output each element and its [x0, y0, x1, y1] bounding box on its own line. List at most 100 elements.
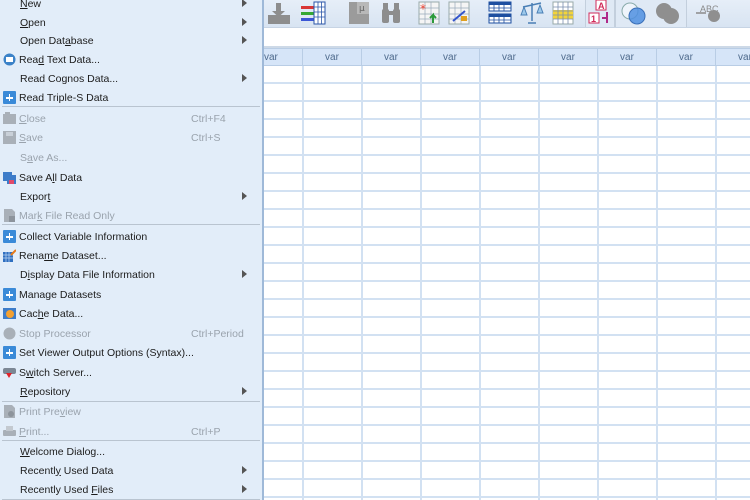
submenu-arrow-icon — [242, 0, 247, 7]
menu-item-shortcut: Ctrl+F4 — [191, 112, 226, 125]
menu-item-label: Welcome Dialog... — [20, 445, 106, 458]
print-preview-icon — [3, 405, 16, 418]
menu-item-recently-used-data[interactable]: Recently Used Data — [0, 461, 262, 480]
menu-item-open-database[interactable]: Open Database — [0, 31, 262, 50]
descriptives-button[interactable]: μ — [343, 0, 375, 26]
save-icon — [3, 131, 16, 144]
menu-item-save[interactable]: Save Ctrl+S — [0, 128, 262, 147]
column-divider — [479, 66, 481, 500]
menu-item-set-viewer-output-options-syntax[interactable]: Set Viewer Output Options (Syntax)... — [0, 343, 262, 362]
menu-item-cache-data[interactable]: Cache Data... — [0, 304, 262, 323]
menu-item-label: Collect Variable Information — [19, 230, 148, 243]
use-variable-sets-button[interactable] — [618, 0, 650, 26]
variables-button[interactable] — [297, 0, 329, 26]
menu-item-recently-used-files[interactable]: Recently Used Files — [0, 480, 262, 499]
menu-item-read-triple-s-data[interactable]: Read Triple-S Data — [0, 88, 262, 107]
descriptives-icon: μ — [349, 2, 369, 24]
show-all-variables-icon — [656, 3, 679, 24]
menu-item-print[interactable]: Print... Ctrl+P — [0, 422, 262, 441]
menu-item-save-as[interactable]: Save As... — [0, 148, 262, 167]
menu-item-label: Rename Dataset... — [19, 249, 107, 262]
menu-item-label: Export — [20, 190, 51, 203]
close-file-icon — [3, 112, 16, 125]
svg-text:A: A — [598, 1, 605, 11]
menu-item-repository[interactable]: Repository — [0, 382, 262, 401]
menu-item-read-cognos-data[interactable]: Read Cognos Data... — [0, 69, 262, 88]
menu-item-new[interactable]: New — [0, 0, 262, 13]
column-divider — [420, 66, 422, 500]
menu-item-manage-datasets[interactable]: Manage Datasets — [0, 285, 262, 304]
menu-item-label: Open — [20, 16, 46, 29]
menu-item-switch-server[interactable]: Switch Server... — [0, 363, 262, 382]
menu-item-export[interactable]: Export — [0, 187, 262, 206]
spell-check-icon: ABC — [696, 4, 720, 22]
chart-builder-button[interactable] — [443, 0, 475, 26]
insert-cases-button[interactable]: * — [413, 0, 445, 26]
split-file-button[interactable] — [484, 0, 516, 26]
submenu-arrow-icon — [242, 387, 247, 395]
svg-text:μ: μ — [359, 4, 365, 14]
menu-item-collect-variable-information[interactable]: Collect Variable Information — [0, 227, 262, 246]
menu-item-read-text-data[interactable]: Read Text Data... — [0, 50, 262, 69]
column-header[interactable]: var — [657, 48, 716, 66]
menu-item-welcome-dialog[interactable]: Welcome Dialog... — [0, 442, 262, 461]
menu-item-save-all-data[interactable]: Save All Data — [0, 168, 262, 187]
menu-item-label: Switch Server... — [19, 366, 92, 379]
column-header[interactable]: var — [539, 48, 598, 66]
switch-server-icon — [3, 366, 16, 379]
column-header[interactable]: var — [303, 48, 362, 66]
menu-item-mark-file-read-only[interactable]: Mark File Read Only — [0, 206, 262, 225]
grid-body[interactable] — [263, 66, 750, 500]
import-data-button[interactable] — [263, 0, 295, 26]
cell-editor[interactable] — [263, 28, 750, 48]
menu-item-print-preview[interactable]: Print Preview — [0, 402, 262, 421]
value-labels-button[interactable]: A1 — [585, 0, 615, 27]
find-button[interactable] — [375, 0, 407, 26]
column-header[interactable]: var — [362, 48, 421, 66]
print-icon — [3, 425, 16, 438]
submenu-arrow-icon — [242, 270, 247, 278]
menu-item-label: Recently Used Files — [20, 483, 114, 496]
select-cases-button[interactable] — [547, 0, 579, 26]
menu-item-label: Read Text Data... — [19, 53, 100, 66]
weight-cases-button[interactable] — [516, 0, 548, 26]
menu-item-rename-dataset[interactable]: Rename Dataset... — [0, 246, 262, 265]
spell-check-button[interactable]: ABC — [693, 0, 725, 26]
menu-item-open[interactable]: Open — [0, 13, 262, 32]
column-header[interactable]: var — [421, 48, 480, 66]
svg-text:1: 1 — [591, 14, 596, 24]
plus-icon — [3, 288, 16, 301]
column-divider — [302, 66, 304, 500]
menu-item-label: Mark File Read Only — [19, 209, 115, 222]
column-header[interactable]: var — [480, 48, 539, 66]
data-grid: varvarvarvarvarvarvarvarvar — [263, 48, 750, 500]
submenu-arrow-icon — [242, 192, 247, 200]
value-labels-icon: A1 — [588, 0, 608, 24]
show-all-variables-button[interactable] — [652, 0, 684, 26]
insert-cases-icon: * — [418, 1, 440, 25]
column-divider — [656, 66, 658, 500]
column-divider — [538, 66, 540, 500]
rename-dataset-icon — [3, 249, 17, 262]
menu-item-label: Print Preview — [19, 405, 81, 418]
read-text-data-icon — [3, 53, 16, 66]
menu-item-close[interactable]: Close Ctrl+F4 — [0, 109, 262, 128]
submenu-arrow-icon — [242, 485, 247, 493]
menu-item-label: Save — [19, 131, 43, 144]
svg-text:*: * — [420, 2, 426, 16]
column-divider — [361, 66, 363, 500]
menu-item-label: Save All Data — [19, 171, 83, 184]
menu-item-shortcut: Ctrl+P — [191, 425, 221, 438]
column-header[interactable]: var — [263, 48, 303, 66]
column-header[interactable]: var — [716, 48, 750, 66]
menu-item-label: Manage Datasets — [19, 288, 102, 301]
variable-sets-group — [615, 0, 687, 27]
chart-builder-icon — [448, 1, 470, 25]
submenu-arrow-icon — [242, 18, 247, 26]
menu-item-stop-processor[interactable]: Stop Processor Ctrl+Period — [0, 324, 262, 343]
column-header[interactable]: var — [598, 48, 657, 66]
menu-item-label: Close — [19, 112, 46, 125]
file-menu: New Open Open Database Read Text Data... Rea… — [0, 0, 264, 500]
column-divider — [715, 66, 717, 500]
menu-item-display-data-file-information[interactable]: Display Data File Information — [0, 265, 262, 284]
